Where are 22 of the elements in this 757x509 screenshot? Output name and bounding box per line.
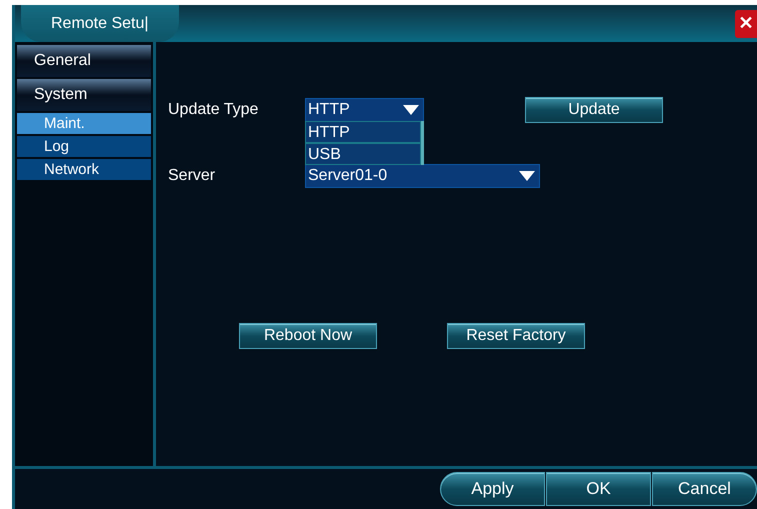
server-dropdown[interactable]: Server01-0: [305, 164, 540, 188]
sidebar-category[interactable]: System: [17, 79, 151, 111]
dropdown-arrow-icon: [519, 171, 535, 181]
footer-button[interactable]: Apply: [440, 472, 545, 506]
footer-button[interactable]: Cancel: [652, 472, 757, 506]
dropdown-option[interactable]: HTTP: [305, 121, 421, 143]
server-label: Server: [168, 166, 216, 186]
update-type-dropdown[interactable]: HTTP: [305, 98, 424, 122]
footer-button[interactable]: OK: [546, 472, 651, 506]
sidebar-item[interactable]: Log: [17, 136, 151, 157]
sidebar-category[interactable]: General: [17, 45, 151, 77]
sidebar-item[interactable]: Network: [17, 159, 151, 180]
action-button[interactable]: Reboot Now: [239, 323, 377, 349]
dropdown-value: Server01-0: [308, 166, 388, 186]
update-button[interactable]: Update: [525, 97, 663, 123]
dropdown-arrow-icon: [403, 105, 419, 115]
action-button[interactable]: Reset Factory: [447, 323, 585, 349]
dropdown-option[interactable]: USB: [305, 143, 421, 165]
update-type-label: Update Type: [168, 100, 260, 120]
close-button[interactable]: ✕: [735, 10, 757, 38]
dropdown-value: HTTP: [308, 100, 350, 120]
window-title: Remote Setu|: [21, 5, 179, 42]
